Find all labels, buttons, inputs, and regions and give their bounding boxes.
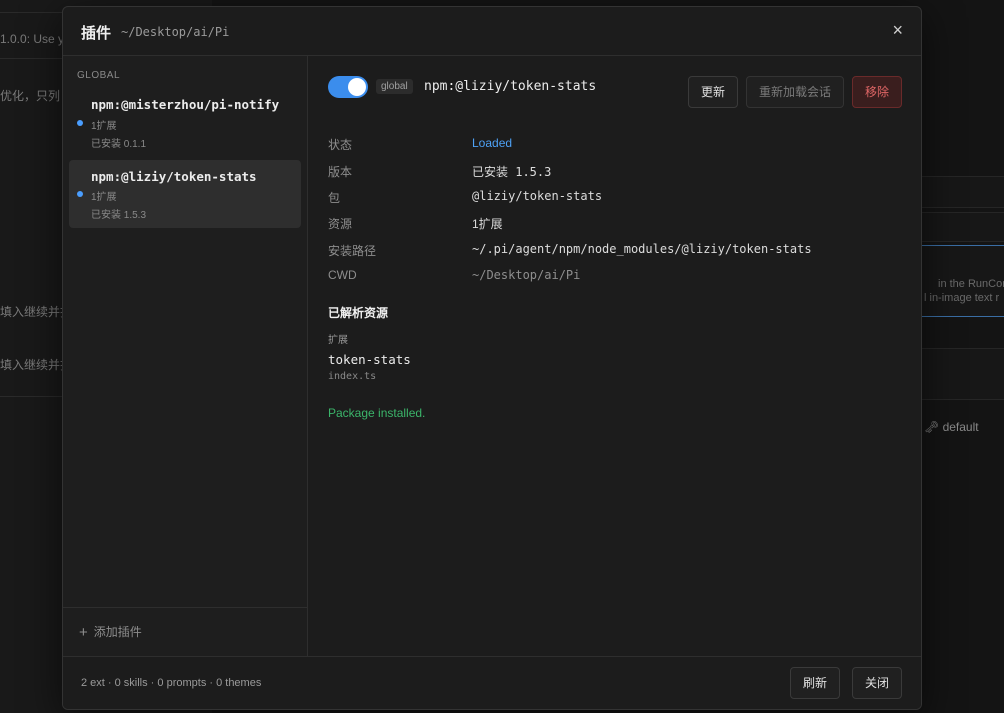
cwd-value: ~/Desktop/ai/Pi	[472, 268, 581, 282]
refresh-button[interactable]: 刷新	[790, 667, 841, 699]
update-button[interactable]: 更新	[688, 76, 739, 108]
status-dot	[77, 120, 83, 126]
plugin-list-item[interactable]: npm:@misterzhou/pi-notify 1扩展 已安装 0.1.1	[69, 90, 301, 158]
resources-value: 1扩展	[472, 217, 503, 231]
summary-counts: 2 ext · 0 skills · 0 prompts · 0 themes	[81, 677, 262, 689]
sidebar-footer: + 添加插件	[63, 607, 307, 656]
plugin-sidebar: GLOBAL npm:@misterzhou/pi-notify 1扩展 已安装…	[63, 56, 308, 656]
package-value: @liziy/token-stats	[472, 189, 603, 203]
plus-icon: +	[79, 624, 88, 641]
plugin-type: 1扩展	[91, 192, 117, 203]
install-path-value: ~/.pi/agent/npm/node_modules/@liziy/toke…	[472, 242, 812, 256]
cwd-label: CWD	[328, 268, 357, 282]
toggle-knob	[348, 78, 366, 96]
default-label: default	[942, 420, 979, 434]
status-dot	[77, 191, 83, 197]
close-icon[interactable]: ×	[892, 20, 903, 41]
add-plugin-label: 添加插件	[93, 625, 142, 639]
plugin-name: npm:@liziy/token-stats	[91, 169, 257, 184]
version-label: 版本	[328, 165, 353, 179]
dialog-path: ~/Desktop/ai/Pi	[121, 25, 230, 39]
package-title: npm:@liziy/token-stats	[424, 79, 597, 94]
plugin-detail: global npm:@liziy/token-stats 更新 重新加载会话 …	[308, 56, 921, 656]
package-label: 包	[328, 191, 341, 205]
background-note: l in-image text r	[924, 292, 1000, 304]
plugin-type: 1扩展	[91, 121, 117, 132]
plugin-name: npm:@misterzhou/pi-notify	[91, 97, 280, 112]
remove-button[interactable]: 移除	[852, 76, 903, 108]
plugins-dialog: 插件 ~/Desktop/ai/Pi × GLOBAL npm:@misterz…	[62, 6, 922, 710]
plugin-list-item-active[interactable]: npm:@liziy/token-stats 1扩展 已安装 1.5.3	[69, 160, 301, 228]
version-value: 已安装 1.5.3	[472, 165, 552, 179]
background-note: in the RunCom	[938, 278, 1004, 290]
background-default-label: 🗝 default	[924, 420, 979, 434]
dialog-header: 插件 ~/Desktop/ai/Pi ×	[63, 7, 921, 56]
status-message: Package installed.	[328, 406, 426, 420]
dialog-footer: 2 ext · 0 skills · 0 prompts · 0 themes …	[63, 656, 921, 709]
reload-session-button[interactable]: 重新加载会话	[746, 76, 845, 108]
add-plugin-button[interactable]: + 添加插件	[79, 623, 142, 641]
dialog-title: 插件	[81, 25, 112, 42]
key-icon: 🗝	[924, 420, 940, 434]
plugin-installed-version: 已安装 1.5.3	[91, 210, 147, 221]
background-row: 优化，只列	[0, 89, 61, 103]
close-button[interactable]: 关闭	[852, 667, 903, 699]
sidebar-group-label: GLOBAL	[77, 70, 121, 81]
enable-toggle[interactable]	[328, 76, 368, 98]
resource-name: token-stats	[328, 352, 411, 367]
resources-label: 资源	[328, 217, 353, 231]
resource-file: index.ts	[328, 371, 377, 382]
resource-category: 扩展	[328, 335, 348, 346]
scope-badge: global	[376, 79, 413, 94]
background-row: 1.0.0: Use y	[0, 32, 65, 46]
plugin-installed-version: 已安装 0.1.1	[91, 139, 147, 150]
install-path-label: 安装路径	[328, 244, 377, 258]
status-label: 状态	[328, 138, 353, 152]
status-value: Loaded	[472, 136, 513, 150]
resolved-resources-title: 已解析资源	[328, 306, 389, 320]
